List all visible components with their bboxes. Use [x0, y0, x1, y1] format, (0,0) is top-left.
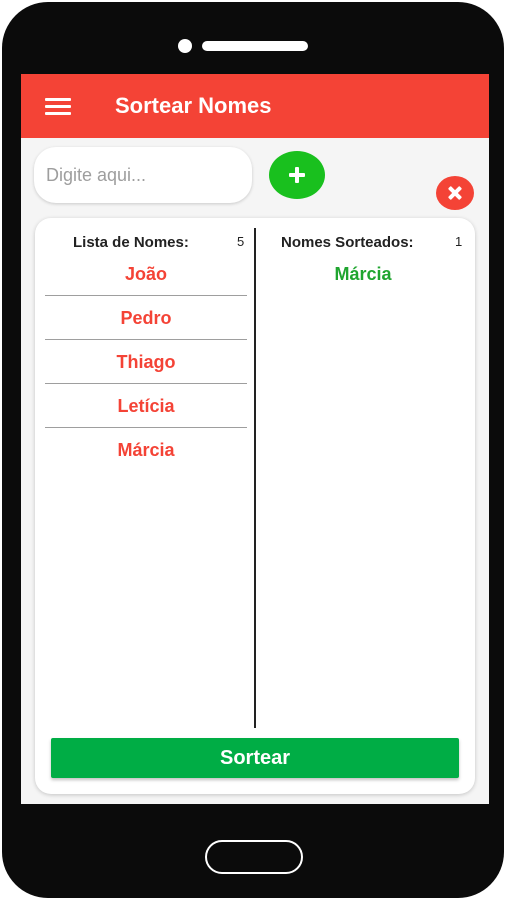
column-divider — [254, 228, 256, 728]
list-item-name[interactable]: Márcia — [45, 428, 247, 472]
list-item-name[interactable]: Thiago — [45, 340, 247, 384]
list-item-drawn-name: Márcia — [334, 264, 392, 284]
names-list: João Pedro Thiago Letícia Márcia — [45, 252, 247, 472]
app-screen: Sortear Nomes Lista de Nomes: 5 Nomes So… — [21, 74, 489, 804]
drawn-list-count: 1 — [455, 234, 463, 249]
names-card: Lista de Nomes: 5 Nomes Sorteados: 1 Joã… — [35, 218, 475, 794]
list-item-name[interactable]: Pedro — [45, 296, 247, 340]
draw-button[interactable]: Sortear — [51, 738, 459, 778]
list-item-name[interactable]: Letícia — [45, 384, 247, 428]
drawn-list-header: Nomes Sorteados: — [281, 234, 414, 251]
hamburger-menu-icon[interactable] — [45, 98, 71, 116]
home-button[interactable] — [205, 840, 303, 874]
names-list-header: Lista de Nomes: — [73, 234, 189, 251]
name-input[interactable] — [34, 147, 252, 203]
phone-frame: Sortear Nomes Lista de Nomes: 5 Nomes So… — [2, 2, 504, 898]
earpiece-speaker — [202, 41, 308, 51]
front-camera — [178, 39, 192, 53]
clear-list-button[interactable] — [436, 176, 474, 210]
names-list-count: 5 — [237, 234, 245, 249]
app-bar: Sortear Nomes — [21, 74, 489, 138]
app-title: Sortear Nomes — [115, 93, 272, 118]
list-item-name[interactable]: João — [45, 252, 247, 296]
drawn-names-list: Márcia — [263, 252, 463, 296]
add-name-button[interactable] — [269, 151, 325, 199]
